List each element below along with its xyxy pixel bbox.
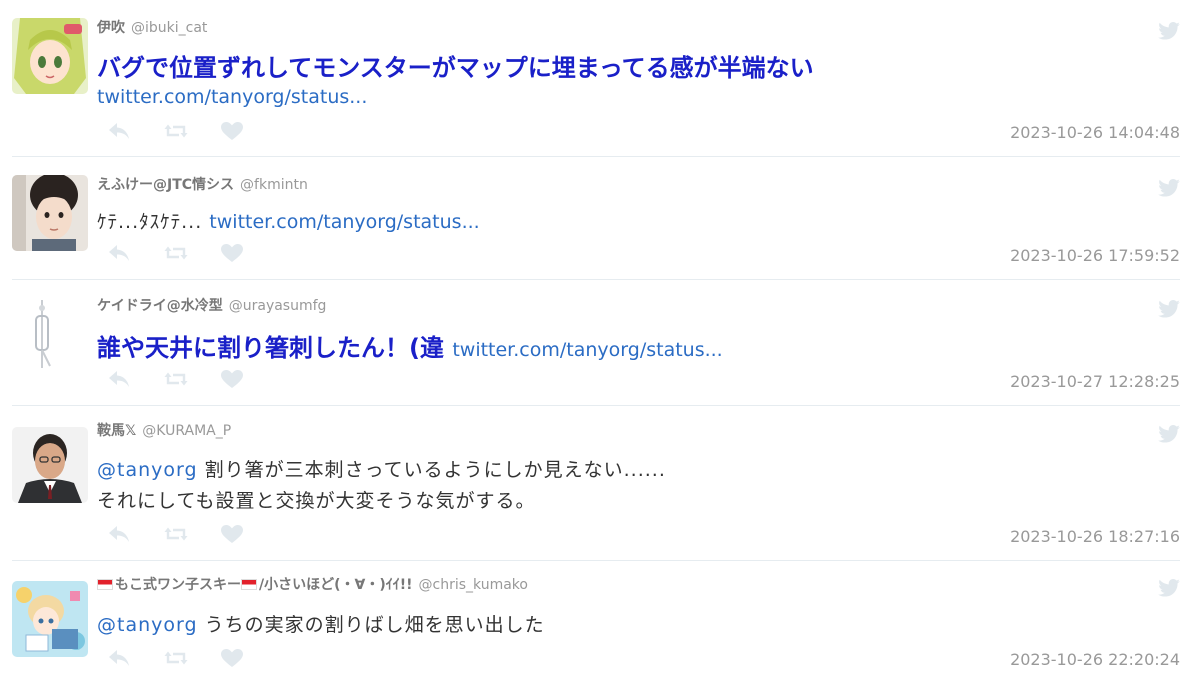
timestamp[interactable]: 2023-10-26 22:20:24	[1010, 650, 1180, 669]
timestamp[interactable]: 2023-10-27 12:28:25	[1010, 372, 1180, 391]
tweet-link-line: twitter.com/tanyorg/status...	[97, 86, 367, 108]
author-name[interactable]: ケイドライ@水冷型	[97, 298, 223, 314]
tweet-text: 誰や天井に割り箸刺したん！(違 twitter.com/tanyorg/stat…	[97, 328, 723, 363]
tweet-link[interactable]: twitter.com/tanyorg/status...	[97, 86, 367, 108]
reply-icon[interactable]	[107, 647, 133, 669]
tweet-card: えふけー@JTC情シス @fkmintn ｹﾃ...ﾀｽｹﾃ... twitter…	[12, 175, 1180, 280]
tweet-body: うちの実家の割りばし畑を思い出した	[204, 614, 545, 636]
tweet-feed: 伊吹 @ibuki_cat バグで位置ずれしてモンスターがマップに埋まってる感が半…	[0, 0, 1200, 683]
mention-link[interactable]: @tanyorg	[97, 459, 198, 481]
tweet-link[interactable]: twitter.com/tanyorg/status...	[209, 211, 479, 233]
tweet-body: バグで位置ずれしてモンスターがマップに埋まってる感が半端ない	[97, 54, 814, 82]
retweet-icon[interactable]	[163, 647, 189, 669]
divider	[12, 560, 1180, 561]
mention-link[interactable]: @tanyorg	[97, 614, 198, 636]
tweet-body: ｹﾃ...ﾀｽｹﾃ...	[97, 211, 203, 233]
author-name[interactable]: 伊吹	[97, 20, 125, 36]
reply-icon[interactable]	[107, 242, 133, 264]
retweet-icon[interactable]	[163, 120, 189, 142]
tweet-actions	[107, 646, 245, 670]
tweet-header: もこ式ワン子スキー/小さいほど(・∀・)ｲｲ!! @chris_kumako	[97, 575, 528, 595]
author-handle[interactable]: @urayasumfg	[229, 298, 327, 314]
reply-icon[interactable]	[107, 523, 133, 545]
avatar[interactable]	[12, 296, 88, 372]
author-handle[interactable]: @ibuki_cat	[131, 20, 207, 36]
tweet-text: @tanyorg 割り箸が三本刺さっているようにしか見えない......	[97, 455, 666, 482]
tweet-actions	[107, 522, 245, 546]
avatar[interactable]	[12, 427, 88, 503]
tweet-header: 鞍馬𝕏 @KURAMA_P	[97, 421, 231, 441]
tweet-text-line2: それにしても設置と交換が大変そうな気がする。	[97, 486, 535, 513]
tweet-body: 割り箸が三本刺さっているようにしか見えない......	[204, 459, 666, 481]
reply-icon[interactable]	[107, 120, 133, 142]
heart-icon[interactable]	[219, 647, 245, 669]
avatar[interactable]	[12, 18, 88, 94]
tweet-actions	[107, 119, 245, 143]
tweet-card: 鞍馬𝕏 @KURAMA_P @tanyorg 割り箸が三本刺さっているようにしか見…	[12, 421, 1180, 561]
divider	[12, 405, 1180, 406]
tweet-header: 伊吹 @ibuki_cat	[97, 18, 207, 38]
tweet-text: バグで位置ずれしてモンスターがマップに埋まってる感が半端ない	[97, 48, 814, 83]
tweet-body: 誰や天井に割り箸刺したん！(違	[97, 334, 444, 362]
author-name[interactable]: もこ式ワン子スキー/小さいほど(・∀・)ｲｲ!!	[97, 577, 413, 593]
tweet-card: ケイドライ@水冷型 @urayasumfg 誰や天井に割り箸刺したん！(違 twi…	[12, 296, 1180, 406]
divider	[12, 279, 1180, 280]
author-name[interactable]: えふけー@JTC情シス	[97, 177, 234, 193]
author-name[interactable]: 鞍馬𝕏	[97, 423, 136, 439]
twitter-bird-icon[interactable]	[1158, 22, 1180, 40]
avatar[interactable]	[12, 581, 88, 657]
author-handle[interactable]: @KURAMA_P	[142, 423, 231, 439]
twitter-bird-icon[interactable]	[1158, 579, 1180, 597]
tweet-header: えふけー@JTC情シス @fkmintn	[97, 175, 308, 195]
heart-icon[interactable]	[219, 120, 245, 142]
indonesia-flag-icon	[97, 579, 113, 590]
tweet-card: 伊吹 @ibuki_cat バグで位置ずれしてモンスターがマップに埋まってる感が半…	[12, 18, 1180, 157]
tweet-body: それにしても設置と交換が大変そうな気がする。	[97, 490, 536, 512]
timestamp[interactable]: 2023-10-26 18:27:16	[1010, 527, 1180, 546]
author-handle[interactable]: @chris_kumako	[419, 577, 528, 593]
author-handle[interactable]: @fkmintn	[240, 177, 308, 193]
retweet-icon[interactable]	[163, 368, 189, 390]
author-name-part1: もこ式ワン子スキー	[115, 577, 241, 593]
twitter-bird-icon[interactable]	[1158, 300, 1180, 318]
retweet-icon[interactable]	[163, 242, 189, 264]
tweet-actions	[107, 367, 245, 391]
tweet-actions	[107, 241, 245, 265]
indonesia-flag-icon	[241, 579, 257, 590]
tweet-text: @tanyorg うちの実家の割りばし畑を思い出した	[97, 610, 545, 637]
author-name-part2: /小さいほど(・∀・)ｲｲ!!	[259, 577, 413, 593]
timestamp[interactable]: 2023-10-26 14:04:48	[1010, 123, 1180, 142]
tweet-header: ケイドライ@水冷型 @urayasumfg	[97, 296, 326, 316]
tweet-link[interactable]: twitter.com/tanyorg/status...	[452, 339, 722, 361]
tweet-text: ｹﾃ...ﾀｽｹﾃ... twitter.com/tanyorg/status.…	[97, 207, 480, 234]
heart-icon[interactable]	[219, 368, 245, 390]
tweet-card: もこ式ワン子スキー/小さいほど(・∀・)ｲｲ!! @chris_kumako @t…	[12, 575, 1180, 677]
twitter-bird-icon[interactable]	[1158, 425, 1180, 443]
heart-icon[interactable]	[219, 242, 245, 264]
twitter-bird-icon[interactable]	[1158, 179, 1180, 197]
avatar[interactable]	[12, 175, 88, 251]
reply-icon[interactable]	[107, 368, 133, 390]
heart-icon[interactable]	[219, 523, 245, 545]
divider	[12, 156, 1180, 157]
timestamp[interactable]: 2023-10-26 17:59:52	[1010, 246, 1180, 265]
retweet-icon[interactable]	[163, 523, 189, 545]
